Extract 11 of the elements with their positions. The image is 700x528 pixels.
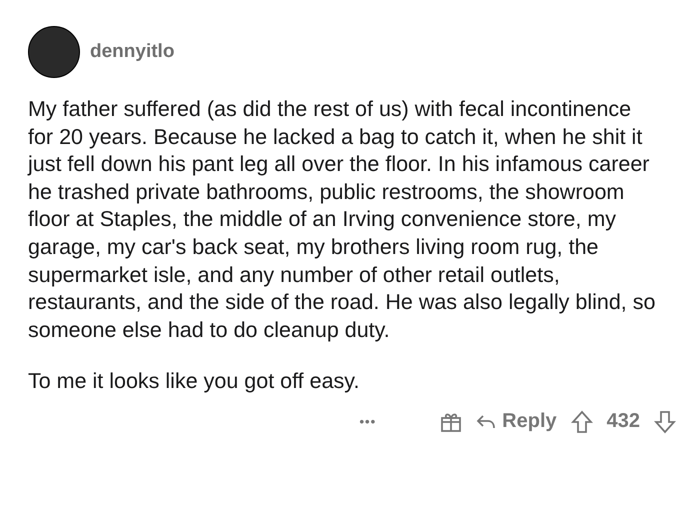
comment-text: To me it looks like you got off easy. [28, 368, 360, 396]
downvote-icon[interactable] [654, 410, 676, 434]
reply-arrow-icon [476, 414, 496, 430]
username[interactable]: dennyitlo [90, 41, 174, 63]
reply-button[interactable]: Reply [476, 410, 557, 434]
upvote-icon[interactable] [570, 410, 593, 434]
avatar [28, 26, 80, 78]
more-options[interactable]: ••• [360, 414, 376, 430]
comment-text: My father suffered (as did the rest of us) with fecal incontinence for 20 years. Because he lacked a bag to catch it, when he shit it just fell down his pant leg all over the floor. In his infamous career he trashed private bathrooms, public restrooms, the showroom floor at Staples, the middle of an Irving convenience store, my garage, my car's back seat, my brothers living room rug, the supermarket isle, and any number of other retail outlets, restaurants, and the side of the road. He was also legally blind, so someone else had to do cleanup duty. [28, 96, 656, 344]
vote-count: 432 [606, 410, 640, 434]
gift-icon[interactable] [440, 410, 462, 433]
